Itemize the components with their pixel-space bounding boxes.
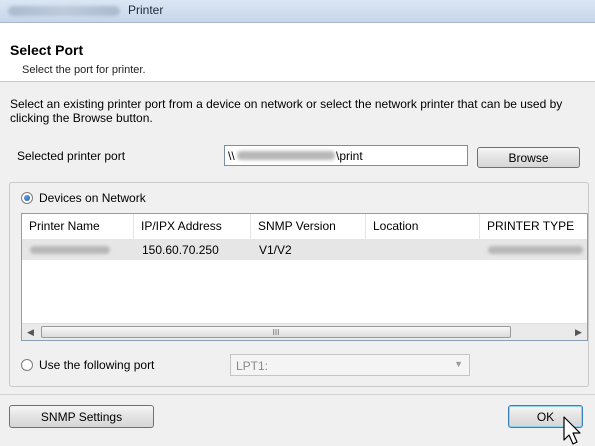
redacted-printer-name	[30, 246, 110, 254]
use-following-port-radio[interactable]	[21, 359, 33, 371]
wizard-header: Select Port Select the port for printer.	[0, 23, 595, 82]
use-following-port-label[interactable]: Use the following port	[39, 358, 154, 372]
snmp-settings-button[interactable]: SNMP Settings	[9, 405, 154, 428]
redacted-title-prefix	[8, 6, 120, 16]
column-printer-type[interactable]: PRINTER TYPE	[480, 214, 587, 239]
devices-on-network-label[interactable]: Devices on Network	[39, 191, 146, 205]
redacted-host	[237, 151, 335, 160]
selected-port-label: Selected printer port	[17, 149, 126, 163]
port-dropdown-value: LPT1:	[236, 359, 269, 373]
footer-divider	[0, 394, 595, 395]
ok-button-label: OK	[536, 409, 555, 424]
port-value-suffix: \print	[336, 149, 363, 163]
page-title: Select Port	[10, 42, 84, 58]
horizontal-scrollbar[interactable]: ◀ III ▶	[22, 323, 587, 340]
scrollbar-grip: III	[272, 328, 280, 337]
browse-button-label: Browse	[508, 150, 549, 165]
devices-on-network-radio[interactable]	[21, 192, 33, 204]
chevron-down-icon: ▼	[454, 359, 463, 369]
column-snmp-version[interactable]: SNMP Version	[251, 214, 366, 239]
snmp-settings-label: SNMP Settings	[40, 409, 123, 424]
title-bar: Printer	[0, 0, 595, 23]
redacted-printer-type	[488, 246, 583, 254]
row-snmp-version: V1/V2	[259, 243, 292, 257]
row-ip-address: 150.60.70.250	[142, 243, 219, 257]
selected-port-field[interactable]: \\ \print	[224, 145, 468, 166]
table-row[interactable]: 150.60.70.250 V1/V2	[22, 240, 587, 260]
list-header: Printer Name IP/IPX Address SNMP Version…	[22, 214, 587, 240]
devices-list[interactable]: Printer Name IP/IPX Address SNMP Version…	[21, 213, 588, 341]
scroll-right-arrow-icon[interactable]: ▶	[570, 324, 587, 340]
column-printer-name[interactable]: Printer Name	[22, 214, 134, 239]
column-ip-address[interactable]: IP/IPX Address	[134, 214, 251, 239]
browse-button[interactable]: Browse	[477, 147, 580, 168]
page-subtitle: Select the port for printer.	[22, 64, 146, 76]
column-location[interactable]: Location	[366, 214, 480, 239]
scrollbar-thumb[interactable]: III	[41, 326, 511, 338]
port-value-prefix: \\	[228, 149, 235, 163]
scroll-left-arrow-icon[interactable]: ◀	[22, 324, 39, 340]
window-title: Printer	[128, 3, 164, 17]
mouse-cursor-icon	[563, 416, 581, 445]
port-dropdown[interactable]: LPT1: ▼	[230, 354, 470, 376]
instructions-text: Select an existing printer port from a d…	[10, 97, 563, 125]
